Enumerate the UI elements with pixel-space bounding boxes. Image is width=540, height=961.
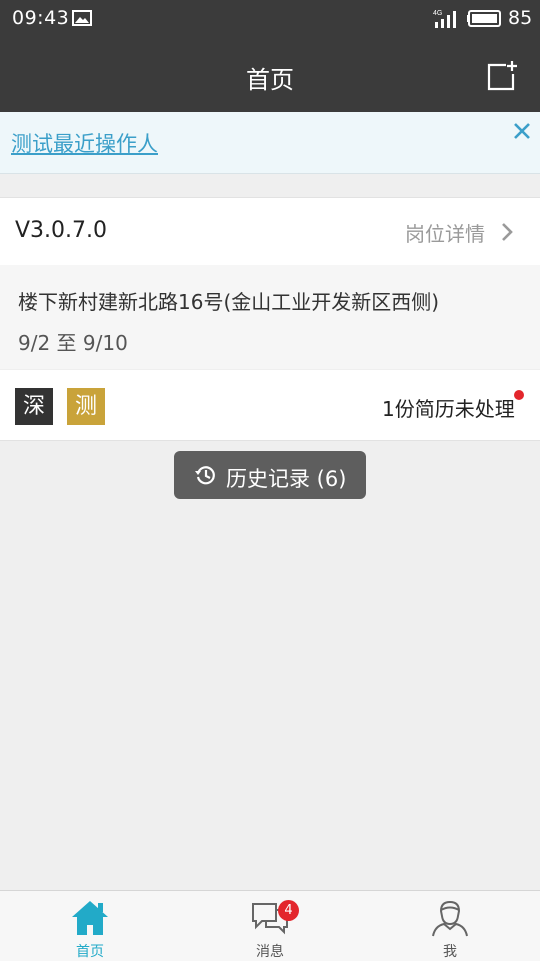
history-button[interactable]: 历史记录 (6) [174,451,366,499]
job-dates: 9/2 至 9/10 [18,331,128,355]
image-icon [72,10,92,26]
nav-home[interactable]: 首页 [0,891,180,961]
resume-status[interactable]: 1份简历未处理 [382,393,515,422]
tag-badge-ce: 测 [67,388,105,425]
svg-text:4G: 4G [433,10,442,17]
chevron-right-icon[interactable] [500,221,514,243]
bottom-nav: 首页 4 消息 我 [0,890,540,961]
app-bar: 首页 [0,38,540,112]
battery-icon [467,10,501,27]
close-icon[interactable] [512,121,532,141]
message-count-badge: 4 [278,900,299,921]
signal-icon: 4G [433,10,456,28]
nav-me-label: 我 [443,944,457,960]
job-detail-link[interactable]: 岗位详情 [405,218,485,247]
tag-badge-shen: 深 [15,388,53,425]
nav-messages-label: 消息 [256,944,284,960]
new-note-icon[interactable] [486,60,518,92]
job-address: 楼下新村建新北路16号(金山工业开发新区西侧) [18,290,440,314]
history-label: 历史记录 (6) [226,467,347,491]
notice-bar: 测试最近操作人 [0,112,540,174]
nav-home-label: 首页 [76,944,104,960]
recent-operator-link[interactable]: 测试最近操作人 [11,128,158,158]
user-icon [432,900,468,937]
job-card-footer: 深 测 1份简历未处理 [0,370,540,441]
history-icon [195,466,215,485]
job-card-body[interactable]: 楼下新村建新北路16号(金山工业开发新区西侧) 9/2 至 9/10 [0,265,540,369]
unread-dot [514,390,524,400]
nav-messages[interactable]: 4 消息 [180,891,360,961]
page-title: 首页 [246,66,294,94]
status-time: 09:43 [12,7,70,29]
nav-me[interactable]: 我 [360,891,540,961]
status-bar: 09:43 4G 85 [0,0,540,38]
battery-level: 85 [508,7,533,29]
version-label: V3.0.7.0 [15,218,108,243]
home-icon [72,901,108,935]
job-card-header: V3.0.7.0 岗位详情 [0,197,540,266]
